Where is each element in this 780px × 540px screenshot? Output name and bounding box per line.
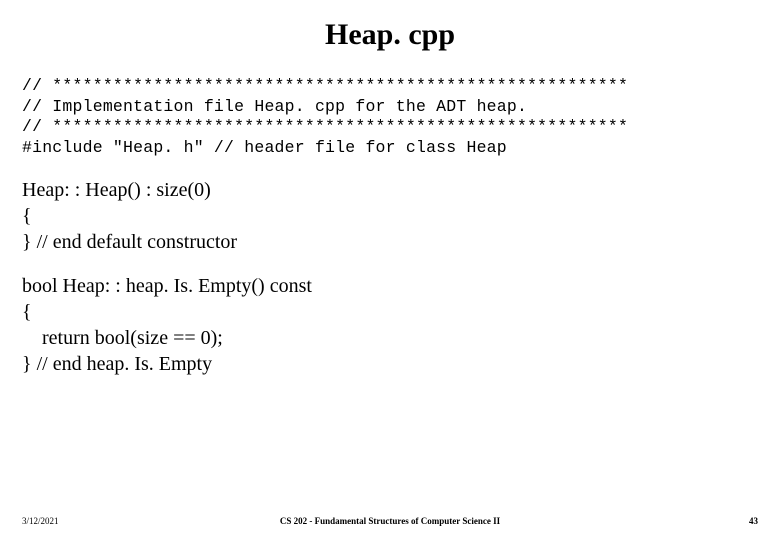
code-line: #include "Heap. h" // header file for cl… [22, 138, 507, 157]
constructor-block: Heap: : Heap() : size(0) { } // end defa… [22, 177, 758, 255]
slide: Heap. cpp // ***************************… [0, 0, 780, 540]
body-line: return bool(size == 0); [22, 325, 758, 351]
footer: 3/12/2021 CS 202 - Fundamental Structure… [0, 516, 780, 526]
body-line: } // end heap. Is. Empty [22, 351, 758, 377]
footer-course: CS 202 - Fundamental Structures of Compu… [280, 516, 500, 526]
body-line: Heap: : Heap() : size(0) [22, 177, 758, 203]
code-line: // Implementation file Heap. cpp for the… [22, 97, 527, 116]
isempty-block: bool Heap: : heap. Is. Empty() const { r… [22, 273, 758, 377]
code-comment-block: // *************************************… [22, 76, 758, 159]
body-line: { [22, 299, 758, 325]
body-line: } // end default constructor [22, 229, 758, 255]
code-line: // *************************************… [22, 117, 628, 136]
footer-page: 43 [749, 516, 758, 526]
page-title: Heap. cpp [22, 18, 758, 52]
body-line: bool Heap: : heap. Is. Empty() const [22, 273, 758, 299]
code-line: // *************************************… [22, 76, 628, 95]
footer-date: 3/12/2021 [22, 516, 59, 526]
body-line: { [22, 203, 758, 229]
